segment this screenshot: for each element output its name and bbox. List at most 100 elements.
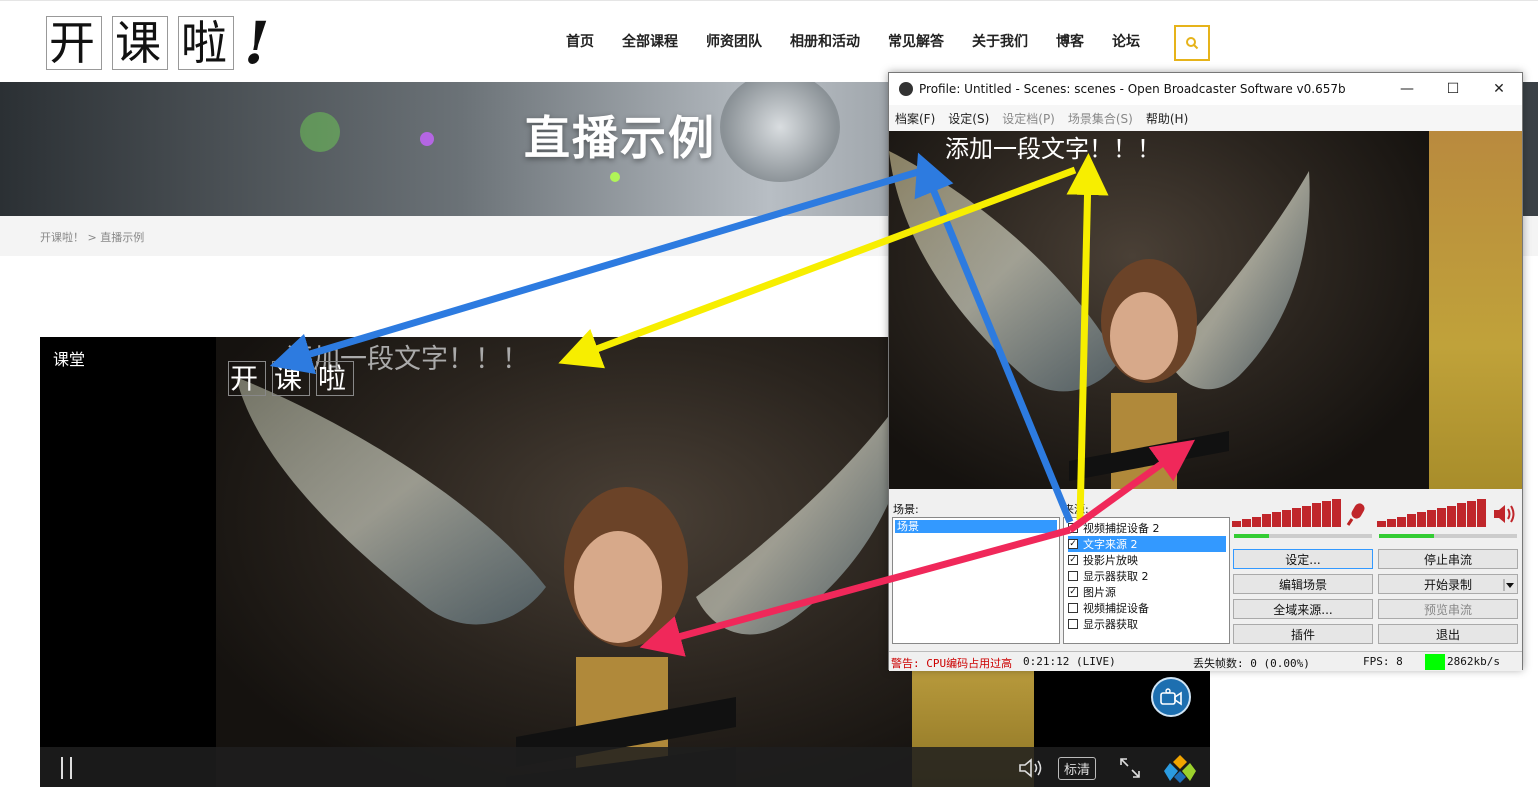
obs-preview-frame (889, 131, 1429, 489)
nav-albums[interactable]: 相册和活动 (790, 31, 860, 51)
obs-fairy-wings-image (889, 151, 1310, 489)
source-item[interactable]: ✓ 文字来源 2 (1068, 536, 1226, 552)
source-label: 图片源 (1083, 586, 1116, 599)
meter-bar (1387, 518, 1396, 527)
meter-bar (1447, 505, 1456, 527)
quality-selector[interactable]: 标清 (1057, 756, 1096, 780)
source-item[interactable]: 显示器获取 2 (1068, 568, 1226, 584)
camera-icon (1160, 688, 1182, 706)
source-item[interactable]: ✓ 图片源 (1068, 584, 1226, 600)
camera-button[interactable] (1151, 677, 1191, 717)
status-warning: 警告: CPU编码占用过高 (891, 657, 1013, 670)
meter-bar (1232, 521, 1241, 527)
nav-about[interactable]: 关于我们 (972, 31, 1028, 51)
logo-bang: ! (244, 9, 274, 77)
meter-bar (1457, 503, 1466, 527)
main-nav: 首页 全部课程 师资团队 相册和活动 常见解答 关于我们 博客 论坛 (552, 31, 1154, 51)
meter-bar (1292, 507, 1301, 527)
nav-home[interactable]: 首页 (566, 31, 594, 51)
meter-bar (1427, 510, 1436, 527)
microphone-icon[interactable] (1344, 501, 1368, 527)
plugins-button[interactable]: 插件 (1233, 624, 1373, 644)
meter-bar (1252, 516, 1261, 527)
status-dropped-frames: 丢失帧数: 0 (0.00%) (1193, 657, 1310, 670)
source-label: 显示器获取 2 (1083, 570, 1149, 583)
source-checkbox[interactable] (1068, 571, 1078, 581)
minimize-button[interactable]: — (1384, 73, 1430, 105)
scene-item[interactable]: 场景 (895, 520, 1057, 533)
mic-meter (1232, 499, 1341, 527)
settings-button[interactable]: 设定... (1233, 549, 1373, 569)
nav-teachers[interactable]: 师资团队 (706, 31, 762, 51)
global-sources-button[interactable]: 全域来源... (1233, 599, 1373, 619)
exit-button[interactable]: 退出 (1378, 624, 1518, 644)
volume-icon[interactable] (1018, 757, 1044, 779)
meter-bar (1377, 521, 1386, 527)
start-record-button[interactable]: 开始录制 (1378, 574, 1518, 594)
source-label: 显示器获取 (1083, 618, 1138, 631)
source-item[interactable]: 视频捕捉设备 (1068, 600, 1226, 616)
nav-blog[interactable]: 博客 (1056, 31, 1084, 51)
source-checkbox[interactable]: ✓ (1068, 539, 1078, 549)
brand-icon (1164, 755, 1196, 783)
pause-icon[interactable] (60, 755, 74, 779)
preview-stream-button[interactable]: 预览串流 (1378, 599, 1518, 619)
search-icon (1186, 37, 1199, 50)
source-checkbox[interactable] (1068, 603, 1078, 613)
mic-level-bar (1234, 534, 1372, 538)
obs-preview: 添加一段文字！！！ (889, 131, 1522, 489)
meter-bar (1407, 514, 1416, 527)
obs-logo-icon (899, 82, 913, 96)
source-item[interactable]: 显示器获取 (1068, 616, 1226, 632)
meter-bar (1302, 505, 1311, 527)
speaker-meter (1377, 499, 1486, 527)
obs-window: Profile: Untitled - Scenes: scenes - Ope… (888, 72, 1523, 671)
status-bitrate: 2862kb/s (1447, 655, 1500, 668)
site-header: 开 课 啦 ! 首页 全部课程 师资团队 相册和活动 常见解答 关于我们 博客 … (0, 0, 1538, 82)
page-title: 直播示例 (524, 111, 716, 165)
stream-health-indicator (1425, 654, 1445, 670)
meter-bar (1312, 503, 1321, 527)
scenes-list[interactable]: 场景 (892, 517, 1060, 644)
nav-faq[interactable]: 常见解答 (888, 31, 944, 51)
fullscreen-icon[interactable] (1118, 756, 1142, 780)
menu-help[interactable]: 帮助(H) (1146, 110, 1188, 127)
sources-list[interactable]: 视频捕捉设备 2 ✓ 文字来源 2 ✓ 投影片放映显示器获取 2 ✓ 图片源视频捕捉设备 显示… (1063, 517, 1230, 644)
stop-stream-button[interactable]: 停止串流 (1378, 549, 1518, 569)
meter-bar (1322, 501, 1331, 527)
source-item[interactable]: 视频捕捉设备 2 (1068, 520, 1226, 536)
obs-preview-side-strip (1429, 131, 1522, 489)
menu-profiles[interactable]: 设定档(P) (1002, 110, 1055, 127)
source-checkbox[interactable]: ✓ (1068, 587, 1078, 597)
nav-forum[interactable]: 论坛 (1112, 31, 1140, 51)
speaker-level-bar (1379, 534, 1517, 538)
search-button[interactable] (1174, 25, 1210, 61)
speaker-icon[interactable] (1492, 503, 1516, 525)
chevron-down-icon[interactable] (1503, 579, 1515, 591)
meter-bar (1332, 499, 1341, 527)
meter-bar (1397, 516, 1406, 527)
source-item[interactable]: ✓ 投影片放映 (1068, 552, 1226, 568)
source-checkbox[interactable] (1068, 619, 1078, 629)
meter-bar (1282, 510, 1291, 527)
edit-scene-button[interactable]: 编辑场景 (1233, 574, 1373, 594)
nav-courses[interactable]: 全部课程 (622, 31, 678, 51)
source-checkbox[interactable]: ✓ (1068, 555, 1078, 565)
close-button[interactable]: ✕ (1476, 73, 1522, 105)
source-label: 视频捕捉设备 (1083, 602, 1149, 615)
classroom-label: 课堂 (53, 350, 86, 369)
menu-scene-collection[interactable]: 场景集合(S) (1068, 110, 1133, 127)
start-record-label: 开始录制 (1423, 577, 1472, 592)
player-controls: 标清 (40, 747, 1210, 787)
menu-file[interactable]: 档案(F) (895, 110, 935, 127)
menu-settings[interactable]: 设定(S) (948, 110, 989, 127)
obs-preview-text: 添加一段文字！！！ (945, 135, 1161, 163)
obs-menubar: 档案(F) 设定(S) 设定档(P) 场景集合(S) 帮助(H) (889, 105, 1522, 131)
source-checkbox[interactable] (1068, 523, 1078, 533)
obs-titlebar[interactable]: Profile: Untitled - Scenes: scenes - Ope… (889, 73, 1522, 105)
maximize-button[interactable]: ☐ (1430, 73, 1476, 105)
obs-control-panel: 场景: 场景 来源: 视频捕捉设备 2 ✓ 文字来源 2 ✓ 投影片放映 显示器获取 2 ✓… (889, 489, 1522, 651)
site-logo[interactable]: 开 课 啦 ! (46, 9, 273, 77)
status-time: 0:21:12 (LIVE) (1023, 655, 1116, 668)
meter-bar (1477, 499, 1486, 527)
